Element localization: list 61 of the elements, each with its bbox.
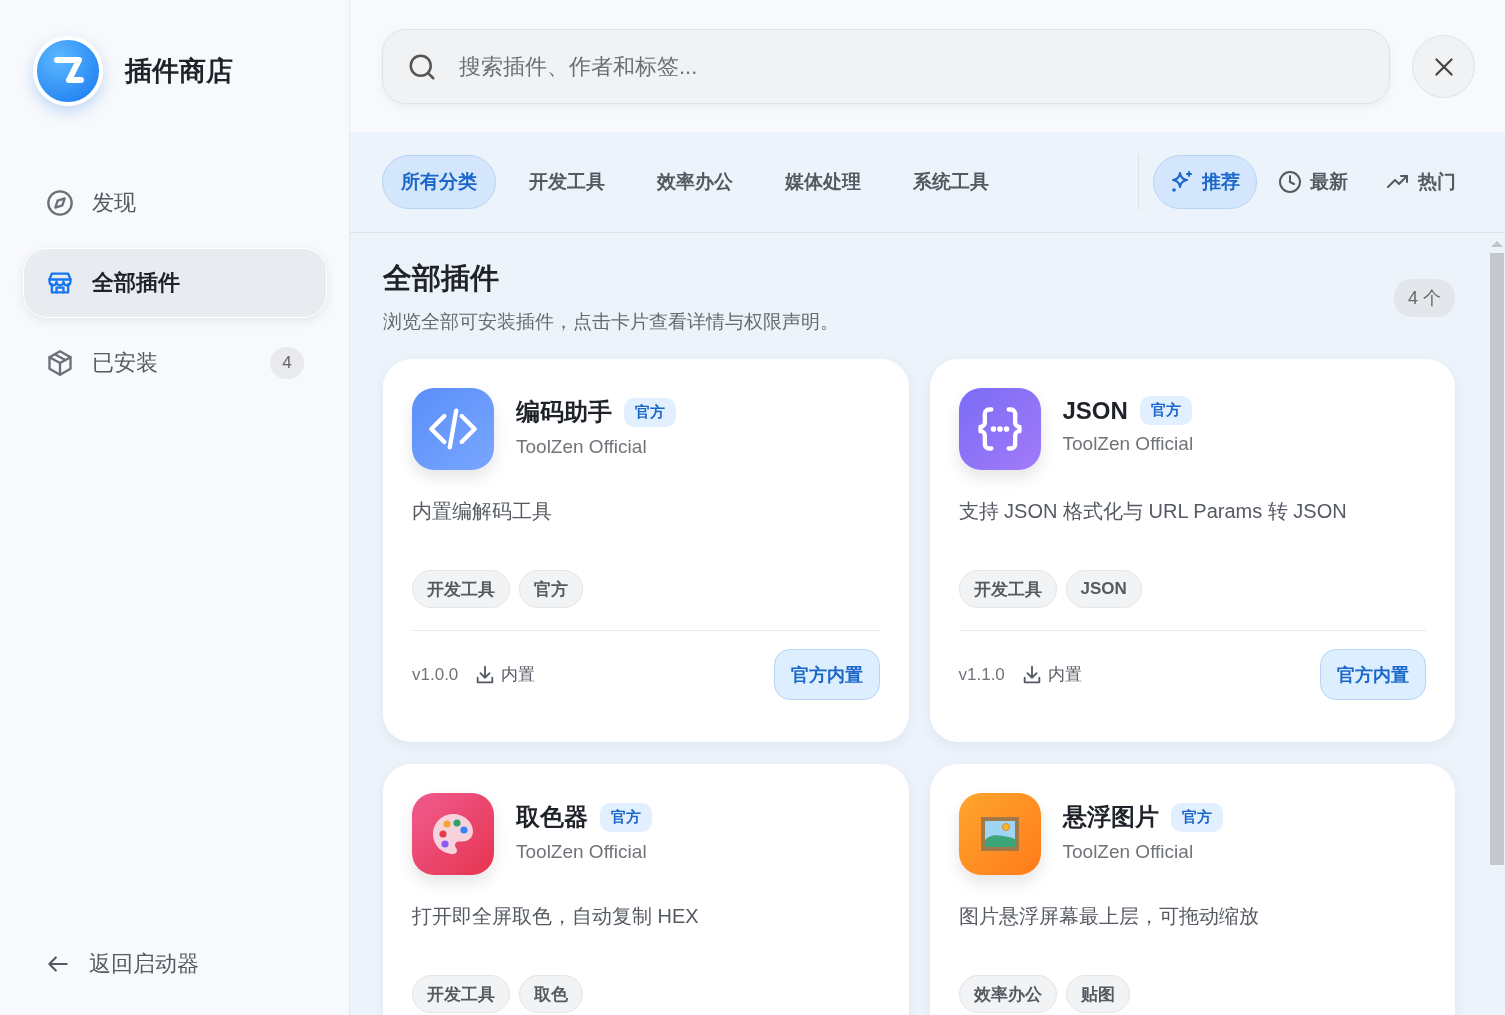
- scrollbar-thumb[interactable]: [1490, 253, 1504, 865]
- official-badge: 官方: [1139, 396, 1192, 425]
- tag: 贴图: [1065, 975, 1130, 1013]
- plugin-description: 打开即全屏取色，自动复制 HEX: [412, 904, 700, 929]
- builtin-button[interactable]: 官方内置: [1320, 649, 1426, 700]
- plugin-description: 图片悬浮屏幕最上层，可拖动缩放: [958, 904, 1260, 929]
- author-name: ToolZen Official: [1062, 841, 1195, 863]
- category-tab[interactable]: 开发工具: [510, 155, 624, 209]
- version-label: v1.0.0: [412, 664, 459, 685]
- plugin-description: 支持 JSON 格式化与 URL Params 转 JSON: [958, 499, 1348, 524]
- sidebar-item[interactable]: 已安装 4: [23, 328, 327, 398]
- builtin-button[interactable]: 官方内置: [773, 649, 880, 700]
- install-label: 内置: [1047, 664, 1082, 686]
- plugin-card[interactable]: 编码助手 官方 ToolZen Official 内置编解码工具 开发工具 官方 v1.0.0 内置 官方内置: [383, 359, 909, 742]
- category-tab[interactable]: 媒体处理: [766, 155, 880, 209]
- version-label: v1.1.0: [958, 664, 1005, 685]
- plugin-card[interactable]: JSON 官方 ToolZen Official 支持 JSON 格式化与 URL Params 转 JSON 开发工具 JSON v1.1.0 内置 官方内置: [929, 359, 1455, 742]
- tag: 开发工具: [412, 570, 510, 608]
- search-input[interactable]: 搜索插件、作者和标签...: [457, 52, 1365, 81]
- clock-icon: [1278, 170, 1302, 194]
- category-tab[interactable]: 系统工具: [894, 155, 1008, 209]
- box-icon: [46, 349, 74, 377]
- category-tab[interactable]: 所有分类: [382, 155, 496, 209]
- tag: 官方: [519, 570, 583, 608]
- scroll-up-arrow[interactable]: [1491, 241, 1503, 247]
- author-name: ToolZen Official: [1062, 433, 1194, 455]
- framed-landscape-icon: [979, 816, 1020, 852]
- logo-icon: [51, 56, 85, 86]
- search-field[interactable]: 搜索插件、作者和标签...: [382, 29, 1390, 104]
- tag: JSON: [1065, 570, 1142, 608]
- plugin-card[interactable]: 取色器 官方 ToolZen Official 打开即全屏取色，自动复制 HEX 开发工具 取色: [383, 764, 909, 1015]
- plugin-description: 内置编解码工具: [412, 499, 553, 524]
- sparkle-icon: [1170, 170, 1194, 194]
- count-badge: 4 个: [1394, 279, 1455, 317]
- sidebar-item[interactable]: 全部插件: [23, 248, 327, 318]
- sort-tab[interactable]: 最新: [1261, 155, 1365, 209]
- official-badge: 官方: [624, 397, 676, 427]
- official-badge: 官方: [600, 802, 652, 832]
- plugin-name: 取色器: [516, 802, 588, 832]
- tag: 开发工具: [412, 975, 510, 1013]
- plugin-name: JSON: [1062, 396, 1128, 425]
- sort-tab[interactable]: 推荐: [1153, 155, 1257, 209]
- app-title: 插件商店: [125, 55, 233, 88]
- tag: 取色: [519, 975, 583, 1013]
- back-link[interactable]: 返回启动器: [23, 949, 327, 979]
- plugin-name: 编码助手: [516, 397, 612, 427]
- section-title: 全部插件: [383, 261, 500, 296]
- count-badge: 4: [270, 347, 304, 379]
- install-label: 内置: [501, 664, 536, 686]
- author-name: ToolZen Official: [516, 436, 648, 458]
- section-subtitle: 浏览全部可安装插件，点击卡片查看详情与权限声明。: [383, 310, 839, 334]
- sidebar-item[interactable]: 发现: [23, 168, 327, 238]
- category-tab[interactable]: 效率办公: [638, 155, 752, 209]
- tag: 开发工具: [958, 570, 1057, 608]
- official-badge: 官方: [1170, 802, 1223, 832]
- author-name: ToolZen Official: [516, 841, 648, 863]
- tag: 效率办公: [958, 975, 1057, 1013]
- plugin-name: 悬浮图片: [1062, 802, 1159, 832]
- compass-icon: [46, 189, 74, 217]
- sort-tab[interactable]: 热门: [1369, 155, 1473, 209]
- plugin-card[interactable]: 悬浮图片 官方 ToolZen Official 图片悬浮屏幕最上层，可拖动缩放 效率办公 贴图: [929, 764, 1455, 1015]
